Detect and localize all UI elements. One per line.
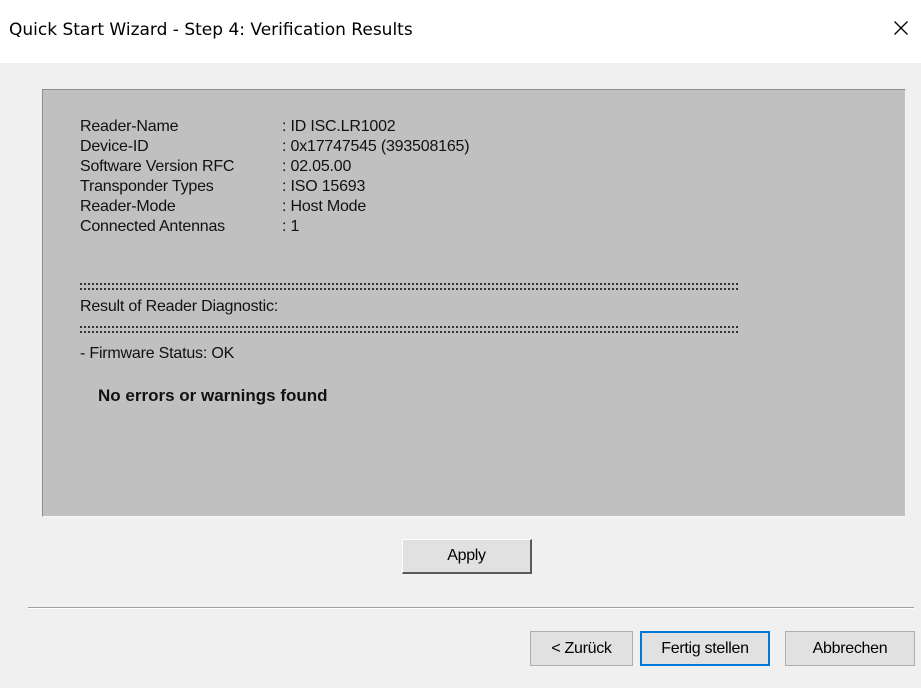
separator-line [80, 283, 738, 290]
info-row-transponder-types: Transponder Types : ISO 15693 [80, 177, 469, 197]
info-value: : 1 [282, 218, 300, 235]
info-value: : Host Mode [282, 198, 367, 215]
info-label: Reader-Name [80, 118, 179, 135]
window-title: Quick Start Wizard - Step 4: Verificatio… [9, 20, 413, 40]
cancel-button[interactable]: Abbrechen [785, 631, 915, 666]
finish-button[interactable]: Fertig stellen [640, 631, 770, 666]
info-label: Transponder Types [80, 178, 214, 195]
info-value: : ISO 15693 [282, 178, 366, 195]
back-button[interactable]: < Zurück [530, 631, 633, 666]
info-row-connected-antennas: Connected Antennas : 1 [80, 217, 469, 237]
diagnostic-summary: No errors or warnings found [98, 386, 328, 405]
firmware-status: - Firmware Status: OK [80, 345, 235, 362]
info-value: : 02.05.00 [282, 158, 352, 175]
info-row-software-version: Software Version RFC : 02.05.00 [80, 157, 469, 177]
info-label: Connected Antennas [80, 218, 225, 235]
info-row-device-id: Device-ID : 0x17747545 (393508165) [80, 137, 470, 157]
verification-report-panel: Reader-Name : ID ISC.LR1002 Device-ID : … [42, 89, 906, 517]
footer-divider [28, 607, 914, 609]
close-button[interactable] [881, 8, 921, 48]
close-icon [894, 21, 908, 35]
separator-line [80, 326, 738, 333]
info-label: Software Version RFC [80, 158, 235, 175]
info-row-reader-name: Reader-Name : ID ISC.LR1002 [80, 117, 469, 137]
diagnostic-heading: Result of Reader Diagnostic: [80, 298, 279, 315]
info-row-reader-mode: Reader-Mode : Host Mode [80, 197, 469, 217]
reader-info: Reader-Name : ID ISC.LR1002 Device-ID : … [80, 117, 470, 237]
info-label: Device-ID [80, 138, 149, 155]
info-label: Reader-Mode [80, 198, 176, 215]
title-bar: Quick Start Wizard - Step 4: Verificatio… [0, 0, 921, 63]
info-value: : ID ISC.LR1002 [282, 118, 396, 135]
apply-button[interactable]: Apply [402, 539, 532, 574]
info-value: : 0x17747545 (393508165) [282, 138, 470, 155]
